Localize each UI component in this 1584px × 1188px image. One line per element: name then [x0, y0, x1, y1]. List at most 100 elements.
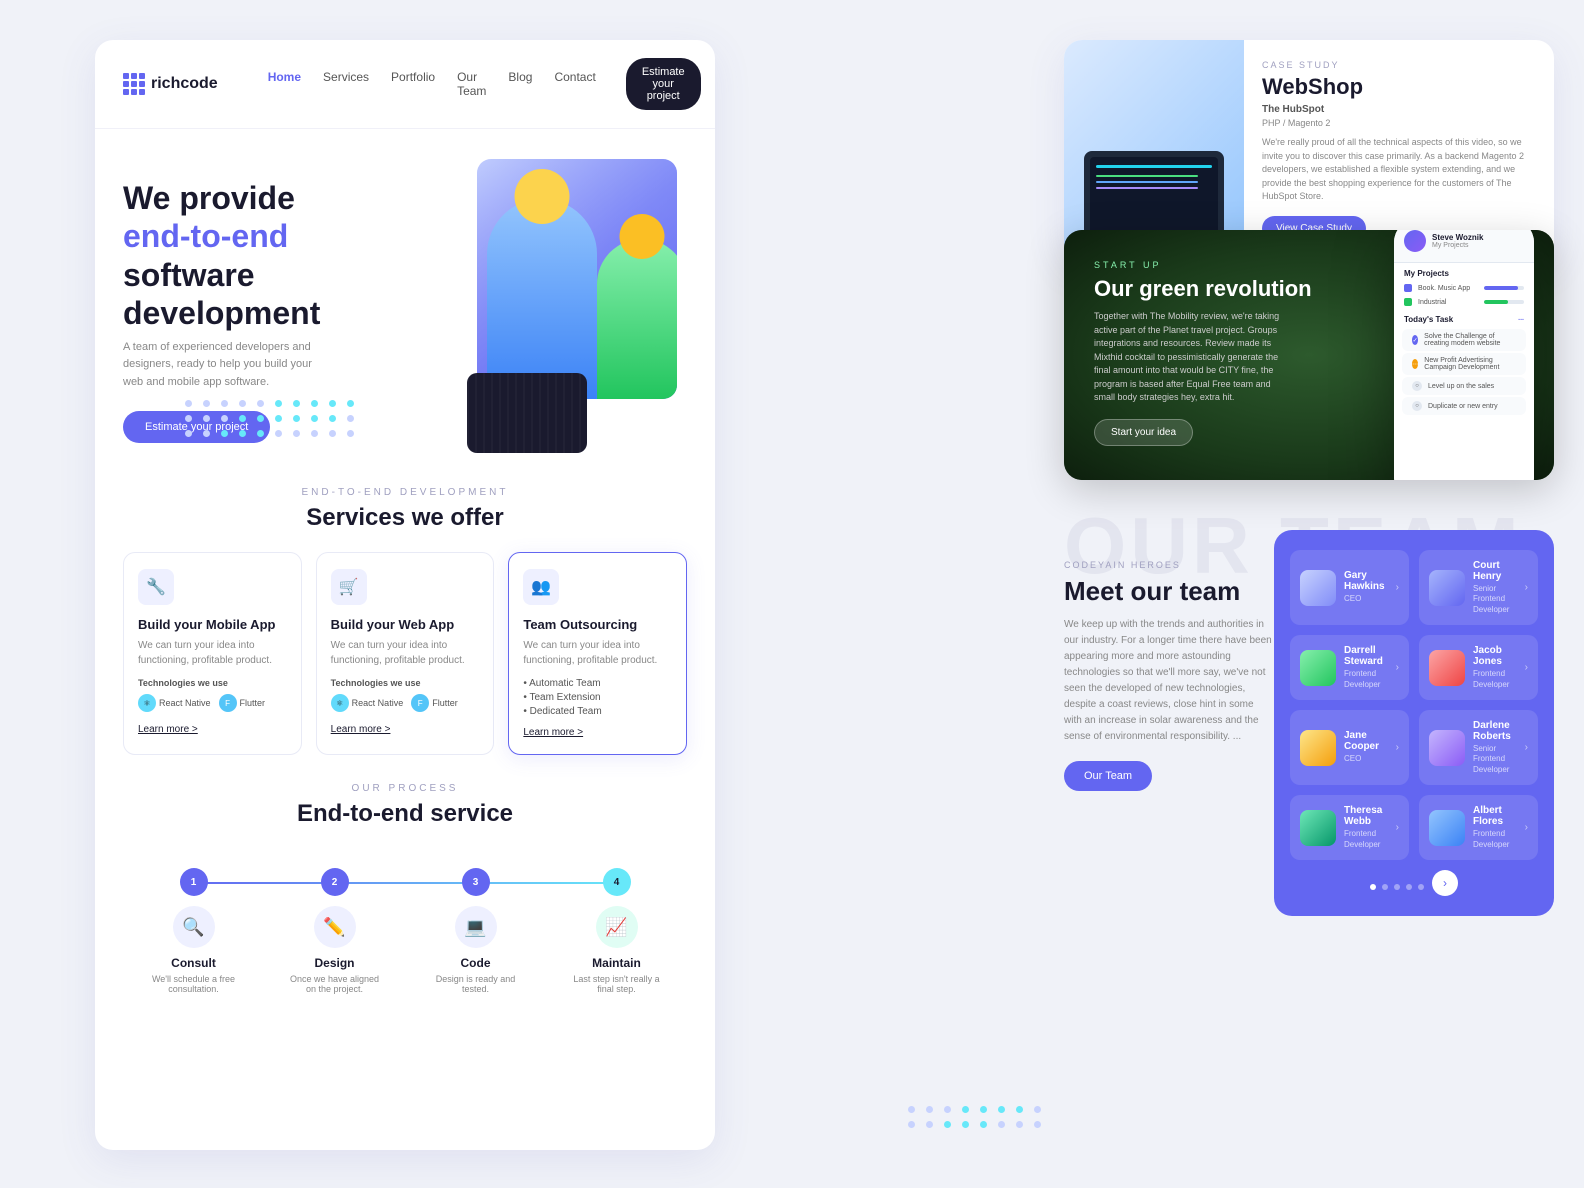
- deco-dot: [257, 415, 264, 422]
- nav-portfolio[interactable]: Portfolio: [391, 70, 435, 98]
- dots-decoration: [185, 400, 357, 437]
- green-title: Our green revolution: [1094, 276, 1312, 302]
- team-next-button[interactable]: ›: [1432, 870, 1458, 896]
- dots-grid: [185, 400, 357, 437]
- task-text-3: Level up on the sales: [1428, 383, 1494, 390]
- hero-title-line1: We provide: [123, 180, 295, 216]
- project-color-dot-2: [1404, 298, 1412, 306]
- hero-title-line2: software development: [123, 257, 320, 331]
- team-member-role-darrell: Frontend Developer: [1344, 669, 1388, 690]
- nav-team[interactable]: Our Team: [457, 70, 486, 98]
- phone-project-2: Industrial: [1394, 295, 1534, 309]
- deco-dot-r: [908, 1121, 915, 1128]
- logo-text: richcode: [151, 75, 218, 93]
- team-member-darrell[interactable]: Darrell Steward Frontend Developer ›: [1290, 635, 1409, 700]
- team-dot-1[interactable]: [1370, 884, 1376, 890]
- team-pagination: ›: [1290, 870, 1538, 896]
- project-fill-1: [1484, 286, 1518, 290]
- process-step-maintain: 4 📈 Maintain Last step isn't really a fi…: [546, 868, 687, 994]
- team-member-gary[interactable]: Gary Hawkins CEO ›: [1290, 550, 1409, 625]
- team-member-jacob[interactable]: Jacob Jones Frontend Developer ›: [1419, 635, 1538, 700]
- team-member-info-jacob: Jacob Jones Frontend Developer: [1473, 645, 1517, 690]
- deco-dot: [347, 430, 354, 437]
- case-study-card: CASE STUDY WebShop The HubSpot PHP / Mag…: [1064, 40, 1554, 261]
- team-member-court[interactable]: Court Henry Senior Frontend Developer ›: [1419, 550, 1538, 625]
- team-row-4: Theresa Webb Frontend Developer › Albert…: [1290, 795, 1538, 860]
- nav-services[interactable]: Services: [323, 70, 369, 98]
- dots-grid-right: [908, 1106, 1044, 1128]
- phone-user-info: Steve Woznik My Projects: [1432, 233, 1483, 249]
- phone-header: Steve Woznik My Projects: [1394, 230, 1534, 263]
- services-title: Services we offer: [123, 504, 687, 532]
- step-desc-design: Once we have aligned on the project.: [290, 974, 380, 994]
- web-app-icon: 🛒: [331, 569, 367, 605]
- outsourcing-learn-more[interactable]: Learn more >: [523, 727, 672, 738]
- phone-tasks-title: Today's Task ...: [1394, 309, 1534, 327]
- process-label: OUR PROCESS: [123, 783, 687, 794]
- hero-title: We provide end-to-end software developme…: [123, 179, 457, 333]
- react-label: React Native: [159, 698, 211, 708]
- logo-dot: [139, 81, 145, 87]
- team-dot-3[interactable]: [1394, 884, 1400, 890]
- green-revolution-card: START UP Our green revolution Together w…: [1064, 230, 1554, 480]
- deco-dot: [203, 430, 210, 437]
- nav-cta-button[interactable]: Estimate your project: [626, 58, 701, 110]
- team-member-info-court: Court Henry Senior Frontend Developer: [1473, 560, 1517, 615]
- team-dot-4[interactable]: [1406, 884, 1412, 890]
- service-card-web: 🛒 Build your Web App We can turn your id…: [316, 552, 495, 755]
- service-card-mobile: 🔧 Build your Mobile App We can turn your…: [123, 552, 302, 755]
- green-cta-button[interactable]: Start your idea: [1094, 419, 1193, 446]
- team-member-albert[interactable]: Albert Flores Frontend Developer ›: [1419, 795, 1538, 860]
- process-steps: 1 🔍 Consult We'll schedule a free consul…: [123, 848, 687, 994]
- green-content: START UP Our green revolution Together w…: [1094, 260, 1312, 446]
- task-check-1: ✓: [1412, 335, 1418, 345]
- flutter-icon: F Flutter: [219, 694, 266, 712]
- deco-dot: [293, 430, 300, 437]
- team-desc: We keep up with the trends and authoriti…: [1064, 617, 1274, 745]
- case-study-tech: PHP / Magento 2: [1262, 118, 1536, 128]
- process-section: OUR PROCESS End-to-end service 1 🔍 Consu…: [95, 755, 715, 994]
- hero-small-image: [467, 373, 587, 453]
- team-member-theresa[interactable]: Theresa Webb Frontend Developer ›: [1290, 795, 1409, 860]
- process-step-consult: 1 🔍 Consult We'll schedule a free consul…: [123, 868, 264, 994]
- nav-contact[interactable]: Contact: [554, 70, 595, 98]
- case-study-label: CASE STUDY: [1262, 60, 1536, 70]
- team-title: Meet our team: [1064, 576, 1274, 607]
- chevron-right-icon-4: ›: [1525, 662, 1528, 673]
- phone-project-1: Book. Music App: [1394, 281, 1534, 295]
- deco-dot-r: [1034, 1121, 1041, 1128]
- team-row-1: Gary Hawkins CEO › Court Henry Senior Fr…: [1290, 550, 1538, 625]
- mobile-learn-more[interactable]: Learn more >: [138, 724, 287, 735]
- deco-dot: [185, 400, 192, 407]
- web-tech-icons: ⚛ React Native F Flutter: [331, 694, 480, 712]
- step-desc-maintain: Last step isn't really a final step.: [572, 974, 662, 994]
- nav-blog[interactable]: Blog: [508, 70, 532, 98]
- team-member-name-theresa: Theresa Webb: [1344, 805, 1388, 827]
- web-learn-more[interactable]: Learn more >: [331, 724, 480, 735]
- team-dot-2[interactable]: [1382, 884, 1388, 890]
- team-member-info-albert: Albert Flores Frontend Developer: [1473, 805, 1517, 850]
- team-member-jane[interactable]: Jane Cooper CEO ›: [1290, 710, 1409, 785]
- deco-dot: [275, 400, 282, 407]
- nav-home[interactable]: Home: [268, 70, 301, 98]
- team-cta-button[interactable]: Our Team: [1064, 761, 1152, 791]
- case-study-image: [1064, 40, 1244, 261]
- team-member-photo-jacob: [1429, 650, 1465, 686]
- laptop-screen: [1090, 157, 1218, 241]
- team-member-name-albert: Albert Flores: [1473, 805, 1517, 827]
- logo: richcode: [123, 73, 218, 95]
- case-study-content: CASE STUDY WebShop The HubSpot PHP / Mag…: [1244, 40, 1554, 261]
- team-member-info-jane: Jane Cooper CEO: [1344, 730, 1388, 764]
- step-number-1: 1: [180, 868, 208, 896]
- team-member-role-theresa: Frontend Developer: [1344, 829, 1388, 850]
- phone-user-subtitle: My Projects: [1432, 242, 1483, 249]
- web-card-desc: We can turn your idea into functioning, …: [331, 638, 480, 668]
- chevron-right-icon-8: ›: [1525, 822, 1528, 833]
- team-member-darlene[interactable]: Darlene Roberts Senior Frontend Develope…: [1419, 710, 1538, 785]
- left-panel: richcode Home Services Portfolio Our Tea…: [95, 40, 715, 1150]
- team-dot-5[interactable]: [1418, 884, 1424, 890]
- dots-decoration-right: [908, 1106, 1044, 1128]
- team-member-role-jacob: Frontend Developer: [1473, 669, 1517, 690]
- case-study-client: The HubSpot: [1262, 104, 1536, 115]
- team-member-photo-albert: [1429, 810, 1465, 846]
